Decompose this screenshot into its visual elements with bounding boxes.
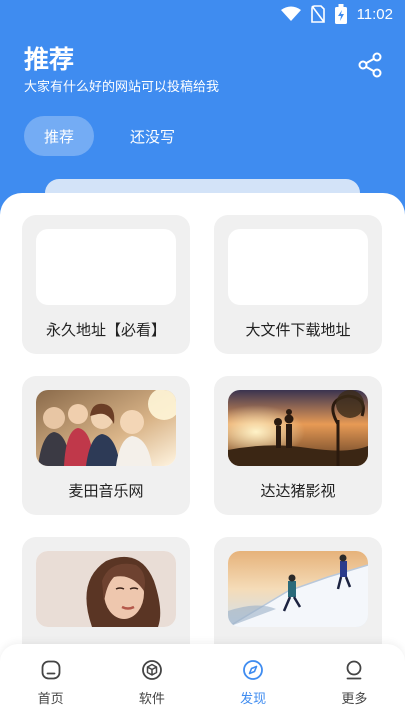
nav-discover[interactable]: 发现 <box>203 644 304 720</box>
card-label: 永久地址【必看】 <box>45 321 166 339</box>
card-label: 麦田音乐网 <box>68 482 144 500</box>
home-icon <box>41 660 61 679</box>
no-sim-icon <box>310 5 325 23</box>
wifi-icon <box>280 6 301 22</box>
battery-charging-icon <box>334 4 347 24</box>
nav-more[interactable]: 更多 <box>304 644 405 720</box>
card-label: 达达猪影视 <box>260 482 336 500</box>
nav-label: 更多 <box>341 691 368 707</box>
share-icon <box>358 52 382 78</box>
box-icon <box>141 659 162 680</box>
bottom-nav: 首页 软件 发现 更多 <box>0 644 405 720</box>
site-card-dadazhu-video[interactable]: 达达猪影视 <box>214 376 382 515</box>
tab-recommend[interactable]: 推荐 <box>24 116 95 156</box>
content-sheet: 永久地址【必看】 大文件下载地址 麦田音乐网 达达猪影视 <box>0 193 405 720</box>
site-card-maitian-music[interactable]: 麦田音乐网 <box>22 376 190 515</box>
mountain-climbers-photo <box>228 551 368 627</box>
sunset-couple-photo <box>228 390 368 466</box>
nav-software[interactable]: 软件 <box>101 644 202 720</box>
site-grid: 永久地址【必看】 大文件下载地址 麦田音乐网 达达猪影视 <box>22 215 384 676</box>
card-label: 大文件下载地址 <box>245 321 351 339</box>
site-card-download-address[interactable]: 大文件下载地址 <box>214 215 382 354</box>
tab-not-written[interactable]: 还没写 <box>110 116 195 156</box>
category-tabs: 推荐 还没写 <box>24 116 195 156</box>
site-card-permanent-address[interactable]: 永久地址【必看】 <box>22 215 190 354</box>
woman-portrait-photo <box>36 551 176 627</box>
profile-icon <box>346 660 362 679</box>
status-bar: 11:02 <box>0 0 405 28</box>
card-thumbnail <box>228 229 368 305</box>
page-title: 推荐 <box>24 45 75 74</box>
card-thumbnail <box>36 229 176 305</box>
compass-icon <box>243 659 264 680</box>
nav-label: 发现 <box>240 691 267 707</box>
nav-home[interactable]: 首页 <box>0 644 101 720</box>
status-time: 11:02 <box>356 5 393 23</box>
share-button[interactable] <box>357 52 383 78</box>
nav-label: 软件 <box>138 691 165 707</box>
friends-photo <box>36 390 176 466</box>
nav-label: 首页 <box>37 691 64 707</box>
page-subtitle: 大家有什么好的网站可以投稿给我 <box>24 80 220 95</box>
